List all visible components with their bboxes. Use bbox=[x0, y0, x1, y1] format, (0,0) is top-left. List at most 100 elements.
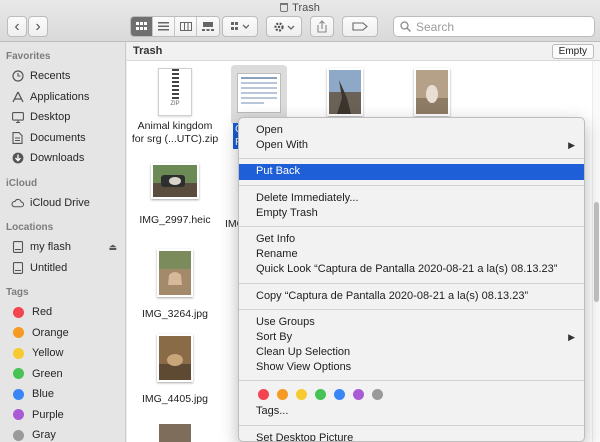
sidebar-item-label: my flash bbox=[30, 241, 71, 254]
file-item-img-2997[interactable]: IMG_2997.heic bbox=[127, 163, 225, 227]
sidebar-item-my-flash[interactable]: my flash ⏏ bbox=[0, 237, 125, 258]
gallery-view-button[interactable] bbox=[197, 17, 219, 36]
sidebar-item-label: iCloud Drive bbox=[30, 196, 90, 209]
tag-color-blue[interactable] bbox=[334, 388, 345, 400]
share-button[interactable] bbox=[310, 16, 334, 37]
tag-color-dot bbox=[13, 347, 24, 359]
menu-item-empty-trash[interactable]: Empty Trash bbox=[239, 206, 584, 221]
file-item-photo[interactable] bbox=[327, 68, 363, 119]
sidebar-tag-green[interactable]: Green bbox=[0, 364, 125, 385]
sidebar-tag-red[interactable]: Red bbox=[0, 302, 125, 323]
tag-color-gray[interactable] bbox=[372, 388, 383, 400]
sidebar: Favorites Recents Applications Desktop D… bbox=[0, 42, 126, 442]
menu-item-put-back[interactable]: Put Back bbox=[239, 164, 584, 180]
sidebar-item-label: Blue bbox=[32, 388, 55, 401]
tag-color-green[interactable] bbox=[315, 388, 326, 400]
sidebar-item-icloud-drive[interactable]: iCloud Drive bbox=[0, 193, 125, 214]
eject-icon[interactable]: ⏏ bbox=[108, 242, 117, 253]
menu-item-open[interactable]: Open bbox=[239, 123, 584, 138]
empty-trash-button[interactable]: Empty bbox=[551, 44, 594, 59]
tag-color-purple[interactable] bbox=[353, 388, 364, 400]
gallery-view-icon bbox=[202, 22, 214, 31]
desktop-icon bbox=[11, 111, 24, 124]
tag-color-red[interactable] bbox=[258, 388, 269, 400]
sidebar-header-tags: Tags bbox=[6, 287, 29, 298]
drive-icon bbox=[11, 241, 24, 254]
tag-list: Red Orange Yellow Green Blue Purple Gray bbox=[0, 302, 125, 442]
photo-thumbnail bbox=[414, 68, 450, 116]
file-name: Animal kingdom for srg (...UTC).zip bbox=[131, 120, 219, 145]
tag-color-dot bbox=[13, 327, 24, 339]
menu-item-rename[interactable]: Rename bbox=[239, 247, 584, 262]
icon-view-button[interactable] bbox=[131, 17, 153, 36]
tag-color-dot bbox=[13, 306, 24, 318]
menu-item-quick-look[interactable]: Quick Look “Captura de Pantalla 2020-08-… bbox=[239, 262, 584, 277]
file-item-img-3264[interactable]: IMG_3264.jpg bbox=[127, 249, 225, 321]
scrollbar-thumb[interactable] bbox=[594, 202, 599, 302]
back-button[interactable]: ‹ bbox=[7, 16, 27, 37]
menu-item-tags[interactable]: Tags... bbox=[239, 404, 584, 419]
downloads-icon bbox=[11, 152, 24, 165]
photo-thumbnail bbox=[157, 422, 193, 442]
menu-item-sort-by[interactable]: Sort By ▶ bbox=[239, 330, 584, 345]
tag-color-dot bbox=[13, 388, 24, 400]
tag-color-dot bbox=[13, 368, 24, 380]
menu-separator bbox=[239, 184, 584, 186]
tag-color-yellow[interactable] bbox=[296, 388, 307, 400]
chevron-right-icon: › bbox=[35, 17, 41, 35]
submenu-arrow-icon: ▶ bbox=[568, 140, 575, 151]
sidebar-tag-yellow[interactable]: Yellow bbox=[0, 343, 125, 364]
menu-item-use-groups[interactable]: Use Groups bbox=[239, 315, 584, 330]
group-icon bbox=[231, 22, 249, 30]
sidebar-tag-orange[interactable]: Orange bbox=[0, 323, 125, 344]
menu-item-show-view-options[interactable]: Show View Options bbox=[239, 360, 584, 375]
sidebar-item-label: Applications bbox=[30, 90, 90, 103]
sidebar-item-applications[interactable]: Applications bbox=[0, 87, 125, 108]
menu-item-delete-immediately[interactable]: Delete Immediately... bbox=[239, 191, 584, 206]
sidebar-item-desktop[interactable]: Desktop bbox=[0, 107, 125, 128]
sidebar-header-favorites: Favorites bbox=[6, 51, 51, 62]
menu-item-open-with[interactable]: Open With ▶ bbox=[239, 138, 584, 153]
search-field[interactable] bbox=[393, 16, 595, 37]
trash-icon bbox=[280, 3, 289, 12]
column-view-button[interactable] bbox=[175, 17, 197, 36]
sidebar-tag-gray[interactable]: Gray bbox=[0, 425, 125, 442]
submenu-arrow-icon: ▶ bbox=[568, 331, 575, 342]
tags-button[interactable] bbox=[342, 16, 378, 37]
context-menu: Open Open With ▶ Put Back Delete Immediat… bbox=[238, 117, 585, 442]
file-name: IMG_4405.jpg bbox=[142, 393, 208, 405]
list-view-button[interactable] bbox=[153, 17, 175, 36]
menu-separator bbox=[239, 380, 584, 382]
sidebar-tag-blue[interactable]: Blue bbox=[0, 384, 125, 405]
sidebar-item-untitled[interactable]: Untitled bbox=[0, 258, 125, 279]
file-item-photo[interactable] bbox=[414, 68, 450, 119]
gear-icon bbox=[274, 21, 295, 32]
menu-item-copy[interactable]: Copy “Captura de Pantalla 2020-08-21 a l… bbox=[239, 289, 584, 304]
sidebar-item-documents[interactable]: Documents bbox=[0, 128, 125, 149]
share-icon bbox=[317, 20, 327, 33]
sidebar-item-downloads[interactable]: Downloads bbox=[0, 148, 125, 169]
menu-item-set-desktop-picture[interactable]: Set Desktop Picture bbox=[239, 431, 584, 441]
file-item-img-4405[interactable]: IMG_4405.jpg bbox=[127, 334, 225, 406]
menu-item-clean-up-selection[interactable]: Clean Up Selection bbox=[239, 345, 584, 360]
tag-color-orange[interactable] bbox=[277, 388, 288, 400]
sidebar-tag-purple[interactable]: Purple bbox=[0, 405, 125, 426]
sidebar-item-label: Red bbox=[32, 306, 53, 319]
menu-separator bbox=[239, 282, 584, 284]
sidebar-item-recents[interactable]: Recents bbox=[0, 66, 125, 87]
action-button[interactable] bbox=[266, 16, 302, 37]
menu-item-get-info[interactable]: Get Info bbox=[239, 232, 584, 247]
screenshot-file-thumbnail[interactable] bbox=[237, 73, 281, 113]
file-item-photo[interactable] bbox=[157, 422, 193, 442]
file-item-zip[interactable]: ZIP Animal kingdom for srg (...UTC).zip bbox=[127, 68, 225, 146]
zip-file-icon: ZIP bbox=[158, 68, 192, 116]
file-name: IMG_3264.jpg bbox=[142, 308, 208, 320]
search-input[interactable] bbox=[416, 19, 586, 34]
sidebar-item-label: Desktop bbox=[30, 111, 71, 124]
photo-thumbnail bbox=[157, 334, 193, 382]
forward-button[interactable]: › bbox=[28, 16, 48, 37]
photo-thumbnail bbox=[151, 163, 199, 199]
path-bar: Trash bbox=[127, 42, 600, 61]
group-button[interactable] bbox=[222, 16, 258, 37]
sidebar-item-label: Orange bbox=[32, 326, 69, 339]
